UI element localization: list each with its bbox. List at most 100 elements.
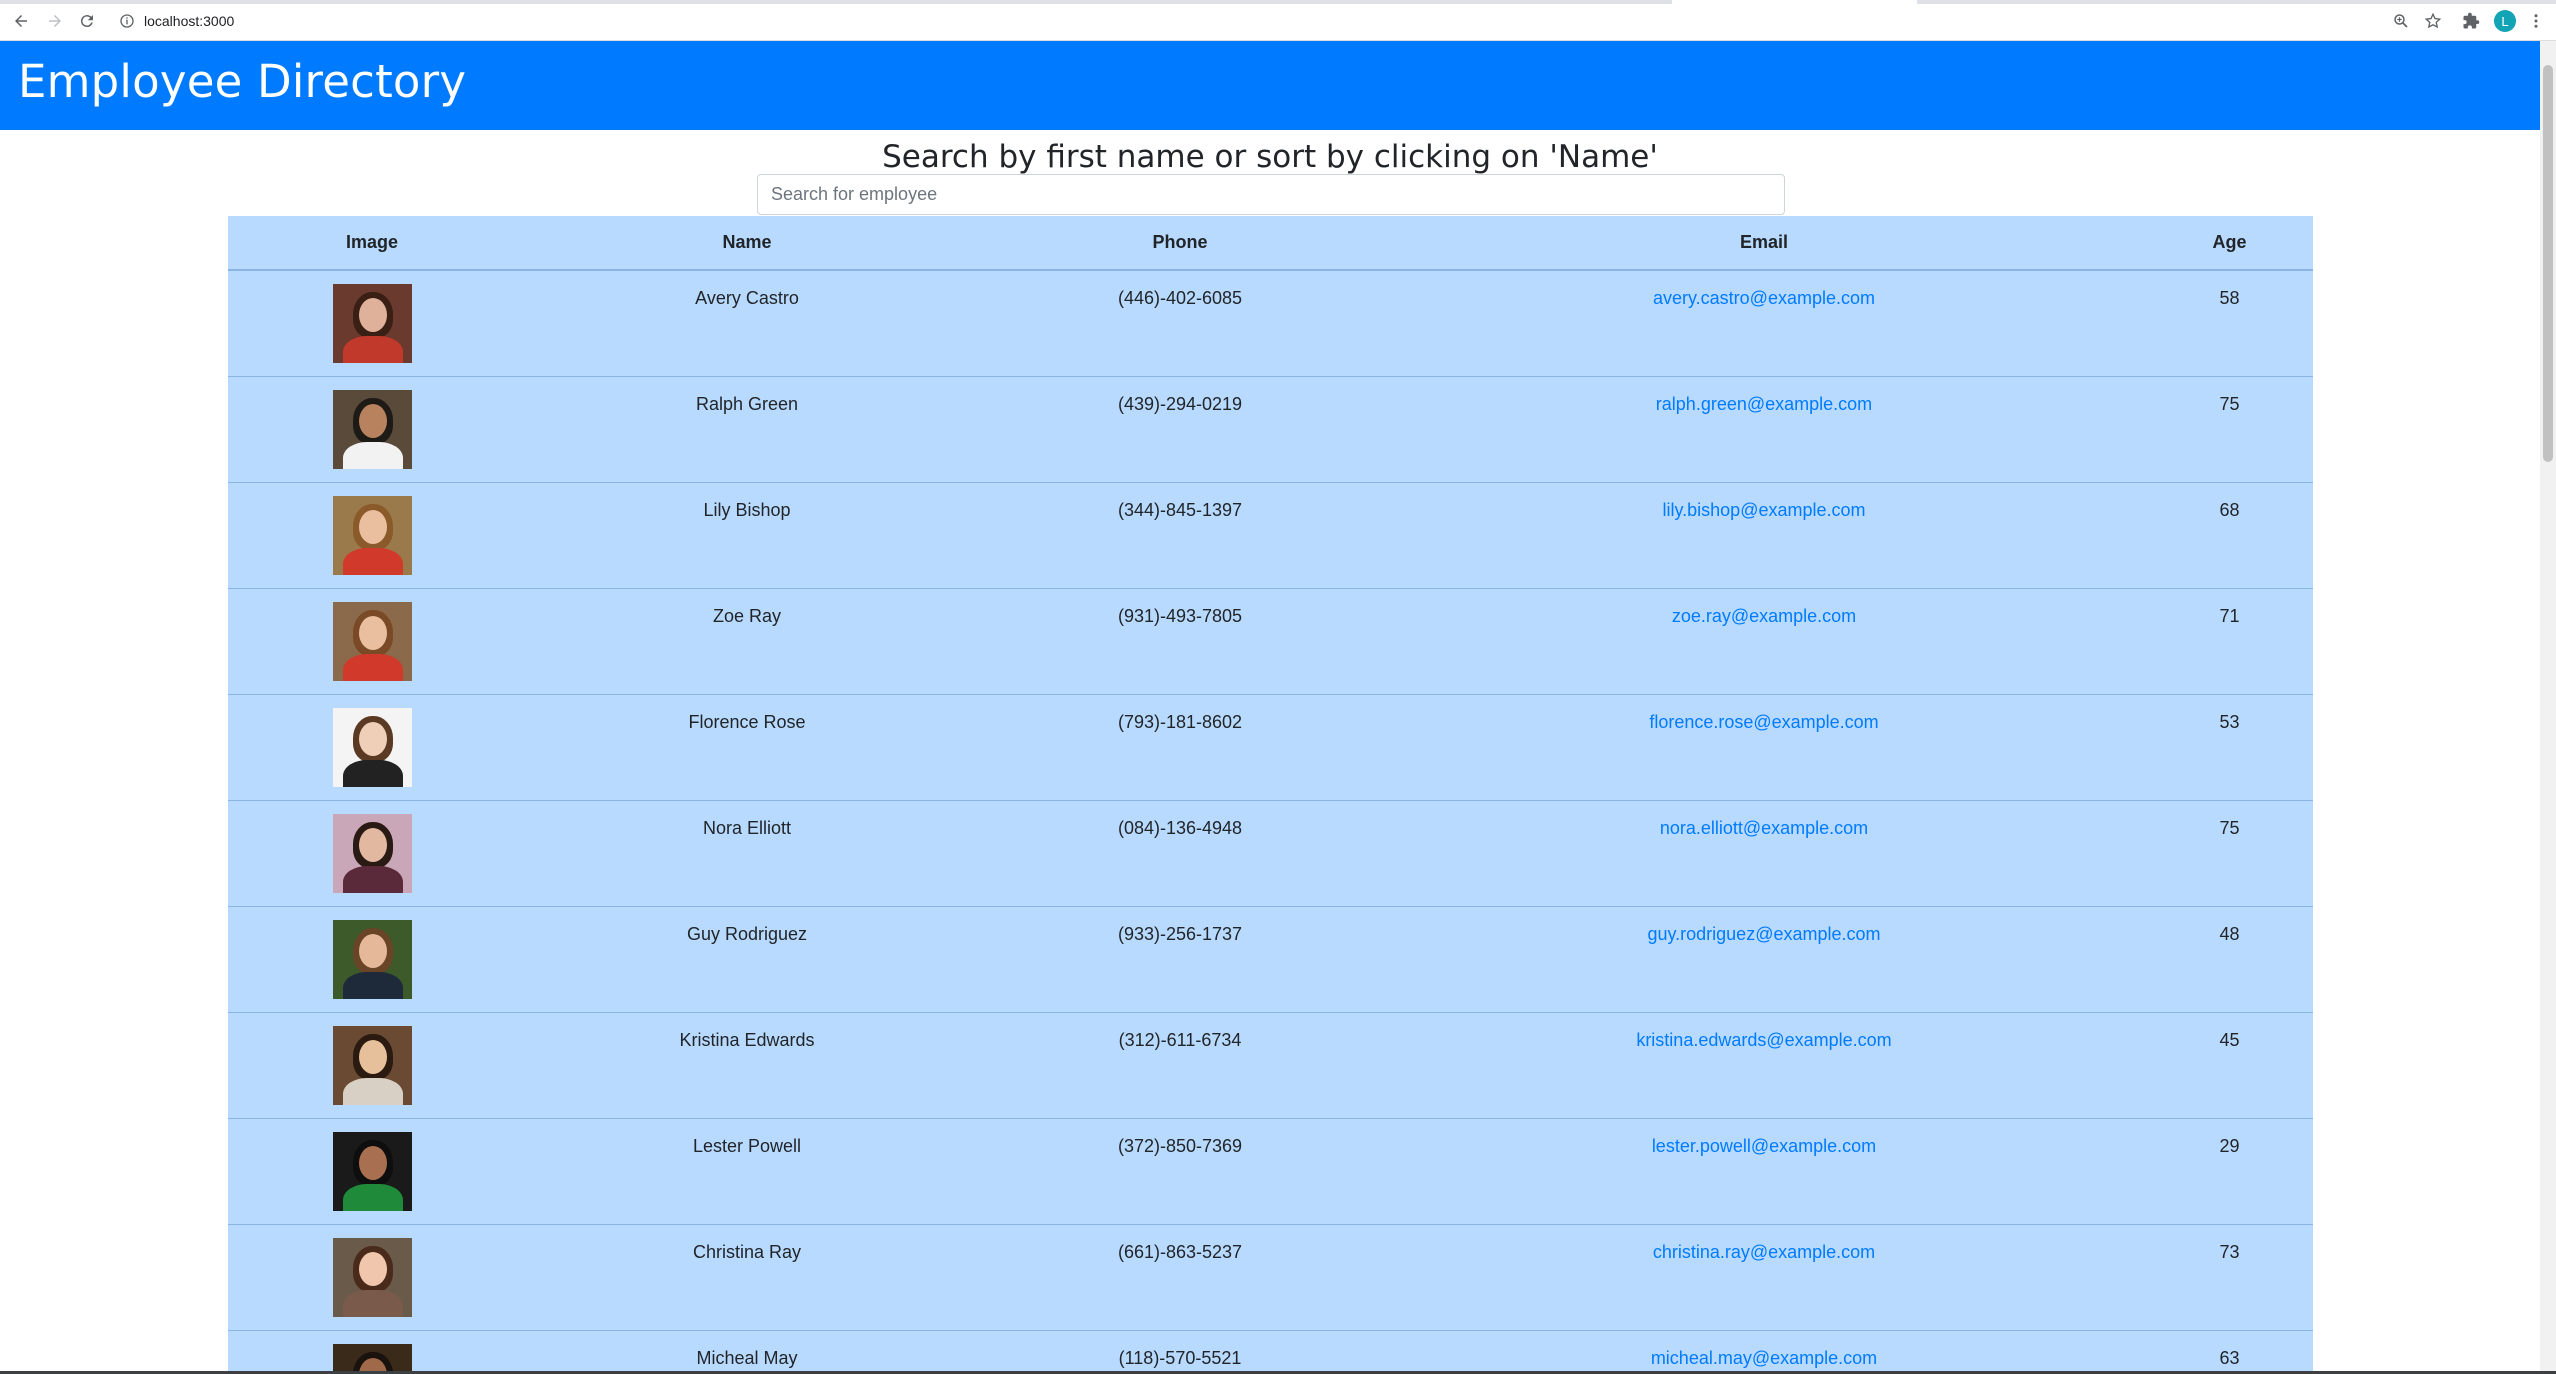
forward-button[interactable]	[42, 8, 68, 34]
employee-photo	[332, 284, 412, 363]
email-cell: micheal.may@example.com	[1382, 1330, 2146, 1371]
employee-phone: (931)-493-7805	[978, 588, 1382, 695]
employee-photo	[332, 707, 412, 787]
info-icon[interactable]	[118, 12, 136, 30]
address-bar[interactable]: localhost:3000	[108, 7, 2426, 35]
email-cell: nora.elliott@example.com	[1382, 800, 2146, 907]
image-cell	[228, 1330, 516, 1371]
employee-email-link[interactable]: lester.powell@example.com	[1652, 1136, 1876, 1156]
employee-email-link[interactable]: kristina.edwards@example.com	[1636, 1030, 1891, 1050]
employee-phone: (084)-136-4948	[978, 800, 1382, 907]
column-header-name[interactable]: Name	[516, 216, 978, 271]
employee-age: 71	[2146, 588, 2313, 695]
employee-photo	[332, 813, 412, 893]
email-cell: lily.bishop@example.com	[1382, 482, 2146, 589]
image-cell	[228, 906, 516, 1013]
employee-age: 58	[2146, 270, 2313, 377]
table-body: Avery Castro (446)-402-6085 avery.castro@e…	[228, 270, 2313, 1371]
employee-age: 63	[2146, 1330, 2313, 1371]
employee-name: Ralph Green	[516, 376, 978, 483]
zoom-button[interactable]	[2388, 8, 2414, 34]
employee-email-link[interactable]: lily.bishop@example.com	[1662, 500, 1865, 520]
employee-photo	[332, 1131, 412, 1211]
image-cell	[228, 1224, 516, 1331]
image-cell	[228, 270, 516, 377]
back-button[interactable]	[8, 8, 34, 34]
image-cell	[228, 1012, 516, 1119]
employee-phone: (439)-294-0219	[978, 376, 1382, 483]
table-row: Christina Ray (661)-863-5237 christina.ray…	[228, 1224, 2313, 1331]
image-cell	[228, 376, 516, 483]
table-row: Micheal May (118)-570-5521 micheal.may@exa…	[228, 1330, 2313, 1371]
browser-chrome: localhost:3000 L	[0, 0, 2556, 41]
email-cell: christina.ray@example.com	[1382, 1224, 2146, 1331]
employee-phone: (312)-611-6734	[978, 1012, 1382, 1119]
page-title: Employee Directory	[18, 55, 467, 108]
employee-name: Guy Rodriguez	[516, 906, 978, 1013]
table-row: Zoe Ray (931)-493-7805 zoe.ray@example.com…	[228, 588, 2313, 695]
employee-table-container: Image Name Phone Email Age Avery Castro(…	[228, 216, 2313, 1371]
employee-email-link[interactable]: ralph.green@example.com	[1656, 394, 1872, 414]
page-scrollbar[interactable]	[2540, 41, 2556, 1371]
employee-name: Zoe Ray	[516, 588, 978, 695]
scrollbar-thumb[interactable]	[2543, 65, 2553, 462]
employee-name: Avery Castro	[516, 270, 978, 377]
search-input[interactable]	[757, 174, 1785, 215]
employee-name: Micheal May	[516, 1330, 978, 1371]
employee-photo	[332, 1343, 412, 1371]
employee-name: Lester Powell	[516, 1118, 978, 1225]
employee-age: 68	[2146, 482, 2313, 589]
table-row: Ralph Green (439)-294-0219 ralph.green@exa…	[228, 376, 2313, 483]
table-row: Nora Elliott (084)-136-4948 nora.elliott@e…	[228, 800, 2313, 907]
page-viewport: Employee Directory Search by first name …	[0, 41, 2540, 1371]
column-header-phone: Phone	[978, 216, 1382, 271]
employee-age: 75	[2146, 800, 2313, 907]
image-cell	[228, 588, 516, 695]
employee-email-link[interactable]: nora.elliott@example.com	[1660, 818, 1868, 838]
employee-email-link[interactable]: florence.rose@example.com	[1649, 712, 1878, 732]
employee-photo	[332, 495, 412, 575]
employee-table: Image Name Phone Email Age Avery Castro(…	[228, 216, 2313, 1371]
app-header: Employee Directory	[0, 41, 2540, 130]
reload-icon	[80, 15, 93, 28]
column-header-image: Image	[228, 216, 516, 271]
extensions-button[interactable]	[2458, 8, 2484, 34]
email-cell: guy.rodriguez@example.com	[1382, 906, 2146, 1013]
employee-phone: (118)-570-5521	[978, 1330, 1382, 1371]
puzzle-icon	[2463, 12, 2480, 29]
employee-age: 29	[2146, 1118, 2313, 1225]
employee-name: Florence Rose	[516, 694, 978, 801]
employee-phone: (793)-181-8602	[978, 694, 1382, 801]
star-icon	[2424, 12, 2442, 29]
active-tab[interactable]	[1672, 0, 1917, 4]
email-cell: florence.rose@example.com	[1382, 694, 2146, 801]
table-row: Avery Castro (446)-402-6085 avery.castro@e…	[228, 270, 2313, 377]
employee-age: 48	[2146, 906, 2313, 1013]
email-cell: kristina.edwards@example.com	[1382, 1012, 2146, 1119]
email-cell: avery.castro@example.com	[1382, 270, 2146, 377]
employee-email-link[interactable]: micheal.may@example.com	[1651, 1348, 1877, 1368]
table-row: Lester Powell (372)-850-7369 lester.powell…	[228, 1118, 2313, 1225]
employee-email-link[interactable]: christina.ray@example.com	[1653, 1242, 1875, 1262]
employee-age: 53	[2146, 694, 2313, 801]
employee-phone: (344)-845-1397	[978, 482, 1382, 589]
tab-strip	[0, 0, 2556, 4]
bookmark-button[interactable]	[2420, 8, 2446, 34]
profile-avatar[interactable]: L	[2494, 10, 2516, 32]
arrow-left-icon	[15, 15, 27, 27]
table-row: Guy Rodriguez (933)-256-1737 guy.rodriguez…	[228, 906, 2313, 1013]
employee-photo	[332, 601, 412, 681]
reload-button[interactable]	[74, 8, 100, 34]
employee-email-link[interactable]: avery.castro@example.com	[1653, 288, 1875, 308]
kebab-menu-icon	[2534, 14, 2538, 28]
employee-name: Kristina Edwards	[516, 1012, 978, 1119]
employee-phone: (446)-402-6085	[978, 270, 1382, 377]
image-cell	[228, 482, 516, 589]
menu-button[interactable]	[2526, 8, 2546, 34]
employee-email-link[interactable]: guy.rodriguez@example.com	[1647, 924, 1880, 944]
arrow-right-icon	[49, 15, 61, 27]
employee-phone: (661)-863-5237	[978, 1224, 1382, 1331]
employee-email-link[interactable]: zoe.ray@example.com	[1672, 606, 1856, 626]
table-row: Kristina Edwards (312)-611-6734 kristina.e…	[228, 1012, 2313, 1119]
employee-phone: (933)-256-1737	[978, 906, 1382, 1013]
